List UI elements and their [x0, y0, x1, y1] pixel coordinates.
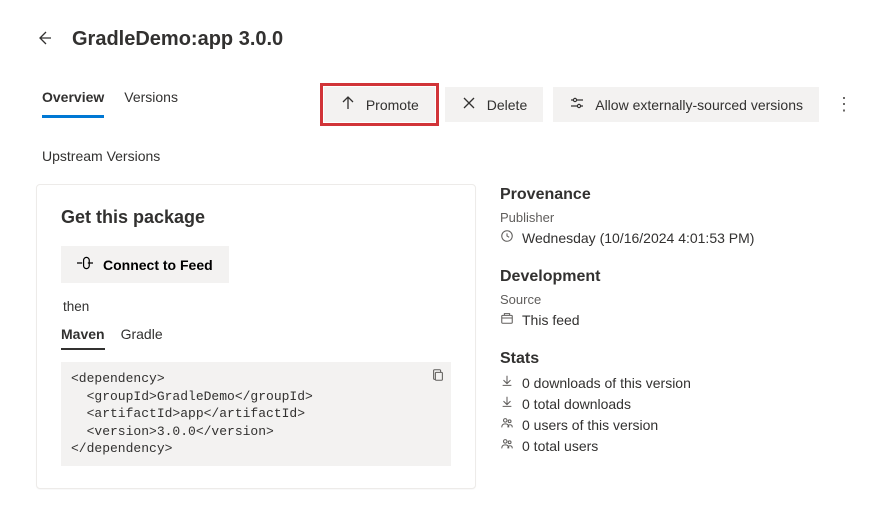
development-title: Development [500, 268, 859, 286]
stats-section: Stats 0 downloads of this version 0 tota… [500, 350, 859, 454]
tab-gradle[interactable]: Gradle [121, 326, 163, 350]
stats-title: Stats [500, 350, 859, 368]
snippet-tabs: Maven Gradle [61, 326, 451, 350]
download-icon [500, 374, 514, 391]
publish-timestamp: Wednesday (10/16/2024 4:01:53 PM) [522, 230, 754, 246]
code-snippet: <dependency> <groupId>GradleDemo</groupI… [61, 362, 451, 466]
upstream-versions-heading: Upstream Versions [36, 148, 859, 164]
card-title: Get this package [61, 207, 451, 228]
source-label: Source [500, 292, 859, 307]
delete-button[interactable]: Delete [445, 87, 543, 122]
snippet-text: <dependency> <groupId>GradleDemo</groupI… [71, 371, 313, 456]
more-menu-button[interactable]: ⋮ [829, 94, 859, 115]
sliders-icon [569, 95, 585, 114]
users-version: 0 users of this version [522, 417, 658, 433]
download-icon [500, 395, 514, 412]
clock-icon [500, 229, 514, 246]
side-panel: Provenance Publisher Wednesday (10/16/20… [500, 184, 859, 476]
tab-versions[interactable]: Versions [124, 89, 178, 118]
feed-icon [500, 311, 514, 328]
promote-label: Promote [366, 97, 419, 113]
main-tabs: Overview Versions [36, 87, 184, 118]
downloads-version: 0 downloads of this version [522, 375, 691, 391]
downloads-total: 0 total downloads [522, 396, 631, 412]
publisher-label: Publisher [500, 210, 859, 225]
promote-button[interactable]: Promote [324, 87, 435, 122]
allow-external-button[interactable]: Allow externally-sourced versions [553, 87, 819, 122]
users-total: 0 total users [522, 438, 598, 454]
provenance-title: Provenance [500, 186, 859, 204]
delete-label: Delete [487, 97, 527, 113]
tab-maven[interactable]: Maven [61, 326, 105, 350]
get-package-card: Get this package Connect to Feed then Ma… [36, 184, 476, 489]
users-icon [500, 437, 514, 454]
users-icon [500, 416, 514, 433]
then-label: then [63, 299, 449, 314]
connect-label: Connect to Feed [103, 257, 213, 273]
arrow-up-icon [340, 95, 356, 114]
connect-to-feed-button[interactable]: Connect to Feed [61, 246, 229, 283]
action-bar: Promote Delete Allow externally-sourced … [324, 87, 859, 122]
page-title: GradleDemo:app 3.0.0 [72, 28, 283, 51]
tab-overview[interactable]: Overview [42, 89, 104, 118]
provenance-section: Provenance Publisher Wednesday (10/16/20… [500, 186, 859, 246]
back-icon[interactable] [36, 30, 52, 49]
source-value: This feed [522, 312, 580, 328]
allow-external-label: Allow externally-sourced versions [595, 97, 803, 113]
development-section: Development Source This feed [500, 268, 859, 328]
plug-icon [77, 255, 93, 274]
page-header: GradleDemo:app 3.0.0 [36, 28, 859, 51]
x-icon [461, 95, 477, 114]
